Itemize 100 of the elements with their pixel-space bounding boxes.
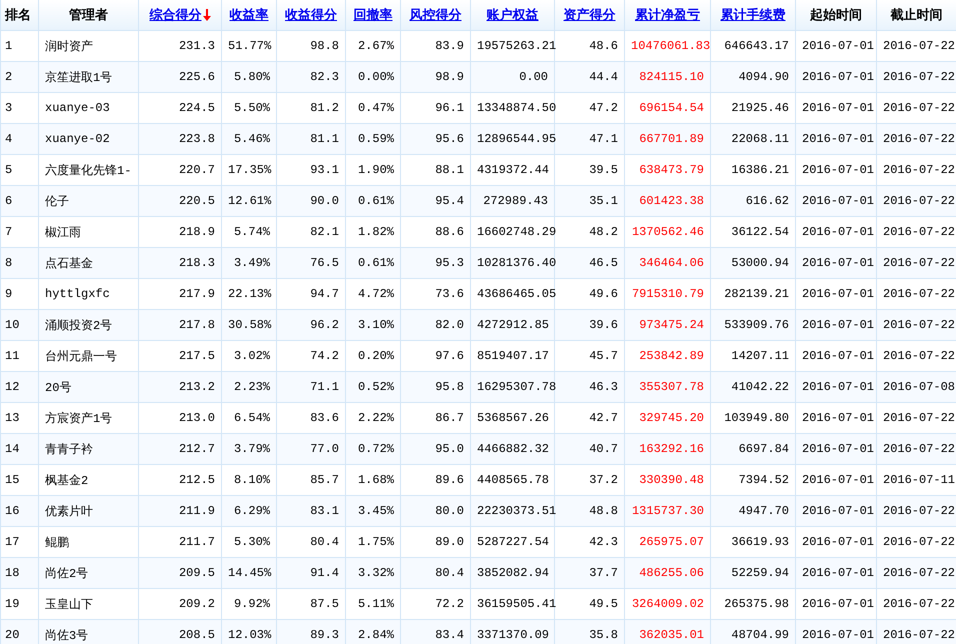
table-cell: 2016-07-01 [796,248,876,278]
table-cell: 91.4 [276,558,346,588]
table-cell: 2016-07-01 [796,558,876,588]
table-cell: 41042.22 [710,372,796,402]
table-cell: 2016-07-22 [876,62,956,92]
table-cell: 3.49% [222,248,276,278]
table-cell: 46.5 [554,248,624,278]
table-cell: 2016-07-01 [796,124,876,154]
table-cell: 10281376.40 [470,248,554,278]
table-cell: 53000.94 [710,248,796,278]
table-cell: 0.00 [470,62,554,92]
table-cell: 212.7 [138,434,222,464]
table-cell: 6697.84 [710,434,796,464]
table-cell: 2016-07-22 [876,124,956,154]
table-cell: 2.84% [346,620,400,644]
table-cell: 225.6 [138,62,222,92]
table-cell: 82.0 [400,310,470,340]
table-cell: 5.80% [222,62,276,92]
table-cell: 2016-07-22 [876,620,956,644]
table-cell: 80.0 [400,496,470,526]
table-cell: 83.1 [276,496,346,526]
table-cell: 2016-07-01 [796,434,876,464]
table-cell: 尚佐3号 [38,620,138,644]
table-cell: 83.4 [400,620,470,644]
table-cell: 211.9 [138,496,222,526]
table-cell: 90.0 [276,186,346,216]
table-cell: 伦子 [38,186,138,216]
table-cell: 667701.89 [624,124,710,154]
table-cell: 22230373.51 [470,496,554,526]
table-cell: 48.8 [554,496,624,526]
table-cell: xuanye-02 [38,124,138,154]
table-cell: 18 [0,558,38,588]
table-cell: 0.59% [346,124,400,154]
table-cell: 0.52% [346,372,400,402]
table-cell: 533909.76 [710,310,796,340]
table-cell: 0.61% [346,248,400,278]
table-cell: 35.8 [554,620,624,644]
table-cell: 220.5 [138,186,222,216]
table-cell: 3371370.09 [470,620,554,644]
table-cell: 96.2 [276,310,346,340]
column-header: 起始时间 [810,7,862,24]
table-cell: 2016-07-01 [796,62,876,92]
table-cell: 208.5 [138,620,222,644]
table-cell: 824115.10 [624,62,710,92]
table-cell: 209.5 [138,558,222,588]
table-cell: 40.7 [554,434,624,464]
column-header: 管理者 [69,7,108,24]
table-cell: 2016-07-01 [796,620,876,644]
table-cell: 82.3 [276,62,346,92]
table-cell: 2016-07-22 [876,310,956,340]
table-cell: 12.03% [222,620,276,644]
table-cell: 98.9 [400,62,470,92]
table-cell: 44.4 [554,62,624,92]
table-cell: 346464.06 [624,248,710,278]
table-cell: 80.4 [400,558,470,588]
table-cell: 16295307.78 [470,372,554,402]
table-cell: 76.5 [276,248,346,278]
table-cell: 3.32% [346,558,400,588]
table-cell: 81.1 [276,124,346,154]
table-cell: 95.4 [400,186,470,216]
table-cell: 2016-07-22 [876,248,956,278]
table-cell: 尚佐2号 [38,558,138,588]
column-header: 截止时间 [890,7,942,24]
table-cell: 223.8 [138,124,222,154]
table-cell: 3.10% [346,310,400,340]
table-cell: 4094.90 [710,62,796,92]
table-cell: 3.79% [222,434,276,464]
table-cell: 0.00% [346,62,400,92]
table-cell: 30.58% [222,310,276,340]
table-cell: 355307.78 [624,372,710,402]
table-cell: 272989.43 [470,186,554,216]
table-cell: 2016-07-08 [876,372,956,402]
table-cell: 1315737.30 [624,496,710,526]
table-cell: 14 [0,434,38,464]
table-cell: 2 [0,62,38,92]
table-cell: 京笙进取1号 [38,62,138,92]
table-cell: 20号 [38,372,138,402]
table-cell: 89.3 [276,620,346,644]
table-cell: 35.1 [554,186,624,216]
table-cell: 6 [0,186,38,216]
table-cell: 601423.38 [624,186,710,216]
table-cell: 95.3 [400,248,470,278]
table-cell: 6.29% [222,496,276,526]
table-cell: 4 [0,124,38,154]
table-cell: 37.7 [554,558,624,588]
table-cell: 218.3 [138,248,222,278]
table-cell: 4466882.32 [470,434,554,464]
table-cell: 0.61% [346,186,400,216]
table-cell: 10 [0,310,38,340]
table-cell: 213.2 [138,372,222,402]
table-cell: 486255.06 [624,558,710,588]
table-cell: 71.1 [276,372,346,402]
table-cell: 3852082.94 [470,558,554,588]
table-cell: 0.72% [346,434,400,464]
table-cell: 20 [0,620,38,644]
table-cell: 4947.70 [710,496,796,526]
table-cell: 973475.24 [624,310,710,340]
table-cell: 12 [0,372,38,402]
table-cell: 95.8 [400,372,470,402]
table-cell: 22068.11 [710,124,796,154]
